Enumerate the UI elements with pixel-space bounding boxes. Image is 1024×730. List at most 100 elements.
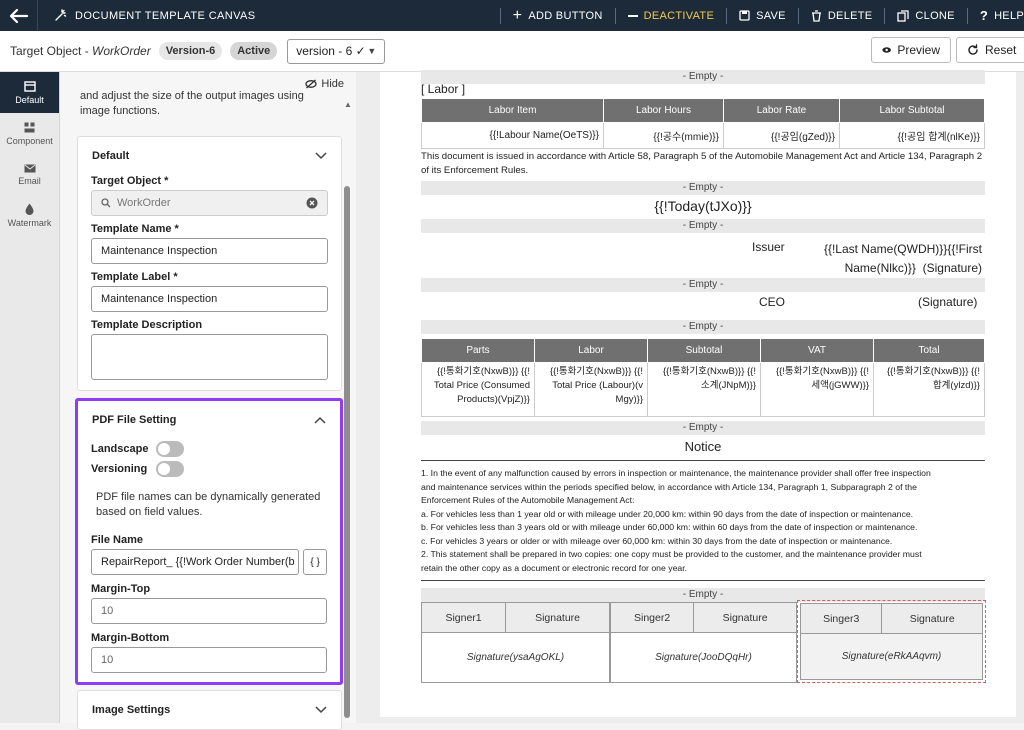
notice-line: b. For vehicles less than 3 years old or… — [421, 522, 918, 532]
delete-button[interactable]: DELETE — [799, 0, 885, 31]
field-label: Template Label * — [91, 271, 178, 283]
table-cell: {{!통화기호(NxwB)}} {{! Total Price (Labour)(… — [534, 362, 648, 417]
margin-bottom-field[interactable]: 10 — [91, 647, 327, 673]
panel-intro-text: and adjust the size of the output images… — [80, 90, 304, 117]
signer-table-2[interactable]: Singer2 Signature Signature(JooDQqHr) — [609, 602, 797, 683]
table-cell: {{!공수(mmie)}} — [603, 122, 724, 149]
signature-header: Signature — [693, 602, 797, 633]
magic-wand-icon — [55, 9, 67, 21]
save-label: SAVE — [756, 9, 786, 22]
signature-header: Signature — [881, 603, 983, 634]
notice-title: Notice — [684, 439, 722, 454]
ceo-label: CEO — [759, 295, 786, 309]
cell-line: 합계(ylzd)}} — [932, 380, 980, 391]
empty-block[interactable]: - Empty - — [421, 421, 985, 435]
rail-item-component[interactable]: Component — [0, 113, 59, 154]
notice-line: a. For vehicles less than 1 year old or … — [421, 508, 914, 519]
save-button[interactable]: SAVE — [727, 0, 798, 31]
empty-block[interactable]: - Empty - — [421, 278, 985, 292]
file-name-row: RepairReport_ {{!Work Order Number(b { } — [91, 549, 327, 575]
version-select[interactable]: version - 6 ✓ ▼ — [287, 38, 386, 64]
template-label-field[interactable]: Maintenance Inspection — [91, 286, 328, 312]
version-select-value: version - 6 ✓ — [296, 44, 366, 58]
rail-item-watermark[interactable]: Watermark — [0, 195, 59, 236]
rail-item-email[interactable]: Email — [0, 154, 59, 195]
margin-top-field[interactable]: 10 — [91, 598, 327, 624]
plus-icon: + — [512, 6, 523, 24]
field-label: Template Description — [91, 319, 203, 331]
caret-down-icon: ▼ — [367, 46, 377, 56]
notice-line: and maintenance services within the peri… — [421, 481, 917, 492]
field-label: Target Object * — [91, 175, 169, 187]
signer-table-1[interactable]: Signer1 Signature Signature(ysaAgOKL) — [420, 602, 610, 683]
signer-label: Singer3 — [799, 603, 883, 634]
totals-table[interactable]: Parts Labor Subtotal VAT Total {{!통화기호(N… — [421, 338, 985, 417]
landscape-toggle[interactable] — [156, 441, 185, 457]
email-icon — [24, 164, 35, 172]
image-section-header[interactable]: Image Settings — [78, 691, 341, 729]
component-icon — [24, 122, 35, 132]
pdf-section-header[interactable]: PDF File Setting — [78, 401, 340, 439]
add-button-button[interactable]: + ADD BUTTON — [501, 0, 615, 31]
landscape-label: Landscape — [91, 443, 149, 455]
pdf-help-text: PDF file names can be dynamically genera… — [96, 491, 321, 518]
versioning-toggle[interactable] — [156, 461, 185, 477]
notice-body: 1. In the event of any malfunction cause… — [421, 467, 985, 575]
table-row: Singer2 Signature — [609, 602, 797, 633]
signature-field: Signature(eRkAAqvm) — [800, 633, 983, 680]
target-object-value: WorkOrder — [92, 44, 151, 58]
file-name-field[interactable]: RepairReport_ {{!Work Order Number(b — [91, 549, 300, 575]
signature-header: Signature — [505, 602, 610, 633]
template-description-field[interactable] — [91, 334, 328, 380]
add-button-label: ADD BUTTON — [528, 9, 603, 22]
cell-line: {{!통화기호(NxwB)}} {{! — [662, 366, 756, 377]
field-label: Margin-Top — [91, 583, 151, 595]
rail-item-default[interactable]: Default — [0, 72, 59, 113]
panel-scrollbar[interactable] — [344, 186, 350, 718]
ceo-signature-label: (Signature) — [918, 295, 978, 309]
sub-header: Target Object - WorkOrder Version-6 Acti… — [0, 31, 1024, 72]
arrow-left-icon — [9, 8, 28, 23]
clone-button[interactable]: CLONE — [885, 0, 966, 31]
back-button[interactable] — [0, 0, 38, 31]
table-row: Signer1 Signature — [420, 602, 610, 633]
table-header: VAT — [760, 338, 874, 363]
section-title: Default — [92, 150, 130, 162]
help-button[interactable]: ? HELP — [968, 0, 1024, 31]
rail-label: Component — [6, 135, 53, 146]
signature-field: Signature(ysaAgOKL) — [421, 632, 610, 683]
trash-icon — [811, 9, 821, 22]
target-object-field[interactable]: WorkOrder — [91, 190, 328, 216]
empty-block[interactable]: - Empty - — [421, 219, 985, 233]
chevron-down-icon — [315, 152, 327, 160]
signer-table-3[interactable]: Singer3 Signature Signature(eRkAAqvm) — [799, 603, 983, 680]
rail-label: Watermark — [7, 218, 52, 228]
cell-line: {{!통화기호(NxwB)}} {{! — [886, 366, 980, 377]
table-cell: {{!통화기호(NxwB)}} {{! 세액(jGWW)}} — [760, 362, 874, 417]
template-name-field[interactable]: Maintenance Inspection — [91, 238, 328, 264]
cell-line: {{!통화기호(NxwB)}} {{! — [436, 366, 530, 377]
preview-button[interactable]: Preview — [871, 37, 951, 63]
reset-button[interactable]: Reset — [956, 37, 1024, 63]
empty-block[interactable]: - Empty - — [421, 181, 985, 195]
deactivate-label: DEACTIVATE — [643, 9, 715, 22]
article-text: This document is issued in accordance wi… — [421, 151, 983, 176]
labor-table[interactable]: Labor Item Labor Hours Labor Rate Labor … — [421, 98, 985, 149]
default-section-header[interactable]: Default — [78, 137, 341, 175]
cell-line: Products)(VpjZ)}} — [457, 394, 530, 405]
empty-block[interactable]: - Empty - — [421, 70, 985, 84]
divider — [421, 580, 985, 581]
versioning-label: Versioning — [91, 463, 148, 475]
insert-field-button[interactable]: { } — [303, 549, 327, 575]
table-header: Total — [873, 338, 985, 363]
copy-icon — [897, 9, 910, 22]
scroll-up-arrow[interactable]: ▲ — [344, 100, 352, 109]
empty-block[interactable]: - Empty - — [421, 320, 985, 334]
deactivate-button[interactable]: DEACTIVATE — [616, 0, 726, 31]
clear-icon[interactable] — [306, 197, 318, 209]
table-header: Subtotal — [647, 338, 761, 363]
reset-icon — [968, 44, 978, 55]
reset-label: Reset — [985, 43, 1017, 57]
default-section: Default Target Object * WorkOrder Templa… — [77, 136, 342, 391]
table-cell: {{!공임 합계(nlKe)}} — [839, 122, 985, 149]
